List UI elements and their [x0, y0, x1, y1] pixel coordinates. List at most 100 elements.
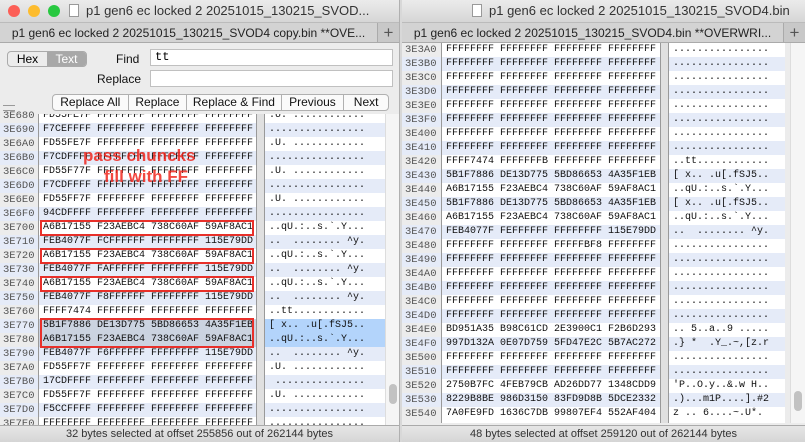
row-hex-bytes[interactable]: 5B1F7886 DE13D775 5BD86653 4A35F1EB: [442, 169, 660, 183]
hex-mode-button[interactable]: Hex: [8, 52, 47, 66]
row-ascii[interactable]: .U. ............: [265, 193, 385, 207]
row-hex-bytes[interactable]: 94CDFFFF FFFFFFFF FFFFFFFF FFFFFFFF: [39, 207, 256, 221]
row-ascii[interactable]: ................: [669, 253, 785, 267]
hex-text-toggle[interactable]: Hex Text: [7, 51, 87, 67]
vertical-scrollbar[interactable]: [790, 43, 805, 423]
row-ascii[interactable]: [ x.. .u[.fSJ5..: [265, 319, 385, 333]
row-ascii[interactable]: ................: [669, 141, 785, 155]
row-ascii[interactable]: .. ........ ^y.: [669, 225, 785, 239]
tab-file[interactable]: p1 gen6 ec locked 2 20251015_130215_SVOD…: [402, 23, 783, 42]
hex-column[interactable]: FFFFFFFF FFFFFFFF FFFFFFFF FFFFFFFF FFFFF…: [441, 43, 661, 423]
row-ascii[interactable]: .)...m1P....].#2: [669, 393, 785, 407]
new-tab-button[interactable]: +: [377, 23, 399, 42]
previous-button[interactable]: Previous: [282, 95, 345, 110]
new-tab-button[interactable]: +: [783, 23, 805, 42]
row-hex-bytes[interactable]: FFFFFFFF FFFFFFFF FFFFFFFF FFFFFFFF: [442, 351, 660, 365]
replace-input[interactable]: [150, 70, 393, 87]
row-ascii[interactable]: ................: [265, 179, 385, 193]
row-ascii[interactable]: .. ........ ^y.: [265, 347, 385, 361]
row-hex-bytes[interactable]: FFFFFFFF FFFFFFFF FFFFFFFF FFFFFFFF: [442, 295, 660, 309]
row-hex-bytes[interactable]: FFFFFFFF FFFFFFFF FFFFFFFF FFFFFFFF: [442, 253, 660, 267]
row-hex-bytes[interactable]: FFFFFFFF FFFFFFFF FFFFFFFF FFFFFFFF: [39, 417, 256, 425]
row-ascii[interactable]: ...............: [265, 375, 385, 389]
find-input[interactable]: tt: [150, 49, 393, 66]
ascii-column[interactable]: .U. ............................ .U. ....…: [264, 114, 385, 425]
row-hex-bytes[interactable]: A6B17155 F23AEBC4 738C60AF 59AF8AC1: [39, 333, 256, 347]
row-hex-bytes[interactable]: FD55FF7F FFFFFFFF FFFFFFFF FFFFFFFF: [39, 389, 256, 403]
row-ascii[interactable]: ..qU.:..s.`.Y...: [265, 249, 385, 263]
row-ascii[interactable]: ................: [669, 71, 785, 85]
row-hex-bytes[interactable]: FFFF7474 FFFFFFFB FFFFFFFF FFFFFFFF: [442, 155, 660, 169]
row-ascii[interactable]: .. ........ ^y.: [265, 291, 385, 305]
row-ascii[interactable]: ..qU.:..s.`.Y...: [669, 183, 785, 197]
row-hex-bytes[interactable]: FFFFFFFF FFFFFFFF FFFFFFFF FFFFFFFF: [442, 43, 660, 57]
row-ascii[interactable]: .U. ............: [265, 137, 385, 151]
left-title-bar[interactable]: p1 gen6 ec locked 2 20251015_130215_SVOD…: [0, 0, 399, 22]
row-hex-bytes[interactable]: FD55FE7F FFFFFFFF FFFFFFFF FFFFFFFF: [39, 114, 256, 123]
row-hex-bytes[interactable]: FEB4077F FCFFFFFF FFFFFFFF 115E79DD: [39, 235, 256, 249]
row-hex-bytes[interactable]: F7CEFFFF FFFFFFFF FFFFFFFF FFFFFFFF: [39, 123, 256, 137]
row-hex-bytes[interactable]: 8229B8BE 986D3150 83FD9D8B 5DCE2332: [442, 393, 660, 407]
row-ascii[interactable]: ................: [669, 351, 785, 365]
vertical-scrollbar[interactable]: [385, 114, 399, 425]
row-hex-bytes[interactable]: FFFFFFFF FFFFFFFF FFFFFFFF FFFFFFFF: [442, 85, 660, 99]
next-button[interactable]: Next: [344, 95, 388, 110]
row-hex-bytes[interactable]: FEB4077F FEFFFFFF FFFFFFFF 115E79DD: [442, 225, 660, 239]
row-ascii[interactable]: ................: [265, 417, 385, 425]
row-ascii[interactable]: ................: [265, 207, 385, 221]
minimize-button[interactable]: [28, 5, 40, 17]
replace-button[interactable]: Replace: [129, 95, 188, 110]
row-ascii[interactable]: ................: [669, 295, 785, 309]
row-ascii[interactable]: ..qU.:..s.`.Y...: [669, 211, 785, 225]
row-hex-bytes[interactable]: BD951A35 B98C61CD 2E3900C1 F2B6D293: [442, 323, 660, 337]
row-hex-bytes[interactable]: FFFFFFFF FFFFFFFF FFFFFFFF FFFFFFFF: [442, 71, 660, 85]
row-hex-bytes[interactable]: FFFFFFFF FFFFFFFF FFFFFFFF FFFFFFFF: [442, 99, 660, 113]
row-ascii[interactable]: ..qU.:..s.`.Y...: [265, 221, 385, 235]
row-hex-bytes[interactable]: FFFF7474 FFFFFFFF FFFFFFFF FFFFFFFF: [39, 305, 256, 319]
row-hex-bytes[interactable]: A6B17155 F23AEBC4 738C60AF 59AF8AC1: [39, 221, 256, 235]
row-ascii[interactable]: ................: [669, 309, 785, 323]
row-ascii[interactable]: ................: [669, 281, 785, 295]
row-ascii[interactable]: ................: [669, 267, 785, 281]
row-hex-bytes[interactable]: 17CDFFFF FFFFFFFF FFFFFFFF FFFFFFFF: [39, 375, 256, 389]
row-ascii[interactable]: [ x.. .u[.fSJ5..: [669, 197, 785, 211]
row-hex-bytes[interactable]: FD55FF7F FFFFFFFF FFFFFFFF FFFFFFFF: [39, 193, 256, 207]
row-hex-bytes[interactable]: FFFFFFFF FFFFFFFF FFFFFFFF FFFFFFFF: [442, 267, 660, 281]
row-hex-bytes[interactable]: FFFFFFFF FFFFFFFF FFFFFFFF FFFFFFFF: [442, 113, 660, 127]
row-hex-bytes[interactable]: FEB4077F FAFFFFFF FFFFFFFF 115E79DD: [39, 263, 256, 277]
text-mode-button[interactable]: Text: [47, 52, 86, 66]
row-hex-bytes[interactable]: FFFFFFFF FFFFFFFF FFFFFFFF FFFFFFFF: [442, 141, 660, 155]
row-hex-bytes[interactable]: A6B17155 F23AEBC4 738C60AF 59AF8AC1: [442, 183, 660, 197]
ascii-column[interactable]: ........................................…: [668, 43, 785, 423]
row-hex-bytes[interactable]: A6B17155 F23AEBC4 738C60AF 59AF8AC1: [39, 277, 256, 291]
row-hex-bytes[interactable]: F5CCFFFF FFFFFFFF FFFFFFFF FFFFFFFF: [39, 403, 256, 417]
row-hex-bytes[interactable]: FFFFFFFF FFFFFFFF FFFFFFFF FFFFFFFF: [442, 281, 660, 295]
row-ascii[interactable]: ................: [265, 403, 385, 417]
row-hex-bytes[interactable]: FFFFFFFF FFFFFFFF FFFFFBF8 FFFFFFFF: [442, 239, 660, 253]
row-hex-bytes[interactable]: 2750B7FC 4FEB79CB AD26DD77 1348CDD9: [442, 379, 660, 393]
tab-file[interactable]: p1 gen6 ec locked 2 20251015_130215_SVOD…: [0, 23, 377, 42]
row-ascii[interactable]: .. 5..a..9 .....: [669, 323, 785, 337]
row-ascii[interactable]: ..tt............: [265, 305, 385, 319]
row-ascii[interactable]: .. ........ ^y.: [265, 235, 385, 249]
row-ascii[interactable]: ..tt............: [669, 155, 785, 169]
row-ascii[interactable]: .} * .Y_.~,[z.r: [669, 337, 785, 351]
zoom-button[interactable]: [48, 5, 60, 17]
row-ascii[interactable]: .U. ............: [265, 114, 385, 123]
row-hex-bytes[interactable]: 5B1F7886 DE13D775 5BD86653 4A35F1EB: [442, 197, 660, 211]
replace-and-find-button[interactable]: Replace & Find: [187, 95, 282, 110]
row-ascii[interactable]: ................: [265, 151, 385, 165]
row-hex-bytes[interactable]: 7A0FE9FD 1636C7DB 99807EF4 552AF404: [442, 407, 660, 421]
row-hex-bytes[interactable]: A6B17155 F23AEBC4 738C60AF 59AF8AC1: [39, 249, 256, 263]
row-hex-bytes[interactable]: FFFFFFFF FFFFFFFF FFFFFFFF FFFFFFFF: [442, 309, 660, 323]
row-ascii[interactable]: .. ........ ^y.: [265, 263, 385, 277]
row-ascii[interactable]: ................: [669, 239, 785, 253]
row-ascii[interactable]: ................: [669, 99, 785, 113]
row-ascii[interactable]: [ x.. .u[.fSJ5..: [669, 169, 785, 183]
right-title-bar[interactable]: p1 gen6 ec locked 2 20251015_130215_SVOD…: [402, 0, 805, 22]
row-ascii[interactable]: ................: [669, 85, 785, 99]
row-hex-bytes[interactable]: FFFFFFFF FFFFFFFF FFFFFFFF FFFFFFFF: [442, 57, 660, 71]
row-ascii[interactable]: ................: [669, 365, 785, 379]
row-ascii[interactable]: ................: [669, 113, 785, 127]
row-ascii[interactable]: ................: [669, 57, 785, 71]
